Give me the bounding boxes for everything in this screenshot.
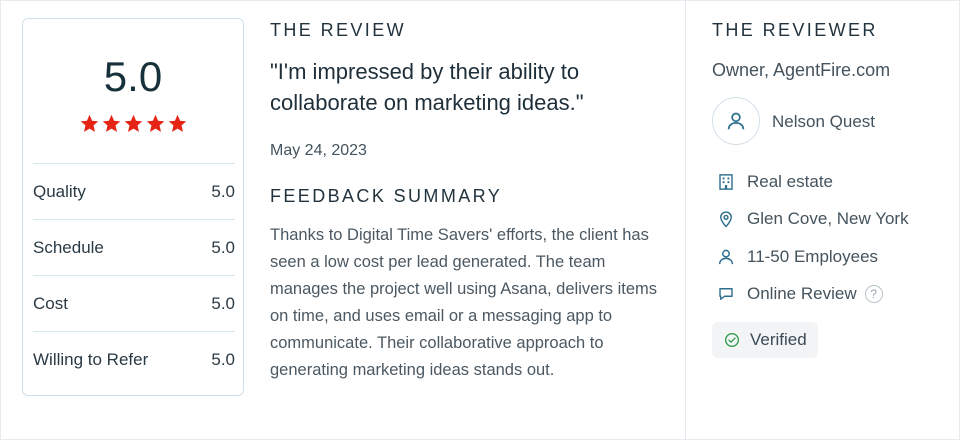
verified-label: Verified — [750, 330, 807, 349]
verified-badge: Verified — [712, 322, 818, 358]
review-section-title: THE REVIEW — [270, 20, 407, 40]
score-row-quality: Quality 5.0 — [33, 163, 235, 219]
location-pin-icon — [716, 209, 736, 229]
building-icon — [716, 172, 736, 192]
review-quote: "I'm impressed by their ability to colla… — [270, 59, 584, 115]
location-label: Glen Cove, New York — [747, 209, 909, 228]
reviewer-role: Owner, AgentFire.com — [712, 60, 891, 80]
feedback-summary-text: Thanks to Digital Time Savers' efforts, … — [270, 226, 658, 379]
star-icon — [146, 114, 164, 132]
review-type-label: Online Review — [747, 284, 857, 303]
score-value: 5.0 — [211, 181, 235, 201]
reviewer-review-type: Online Review ? — [716, 284, 883, 304]
score-row-cost: Cost 5.0 — [33, 275, 235, 331]
review-date: May 24, 2023 — [270, 142, 367, 159]
help-icon[interactable]: ? — [864, 285, 883, 303]
star-icon — [168, 114, 186, 132]
score-label: Willing to Refer — [33, 349, 149, 369]
rating-card: 5.0 Quality 5.0 Schedule 5.0 Cost 5.0 Wi… — [22, 18, 244, 396]
feedback-summary-title: FEEDBACK SUMMARY — [270, 186, 503, 206]
star-icon — [102, 114, 120, 132]
industry-label: Real estate — [747, 172, 833, 191]
score-value: 5.0 — [211, 349, 235, 369]
star-icon — [124, 114, 142, 132]
reviewer-company-size: 11-50 Employees — [716, 247, 878, 267]
reviewer-location: Glen Cove, New York — [716, 209, 909, 229]
employees-label: 11-50 Employees — [747, 247, 879, 266]
score-label: Schedule — [33, 237, 104, 257]
score-row-willing-to-refer: Willing to Refer 5.0 — [33, 331, 235, 387]
overall-rating: 5.0 — [103, 53, 163, 100]
reviewer-section-title: THE REVIEWER — [712, 20, 878, 40]
check-circle-icon — [724, 332, 740, 348]
person-icon — [716, 247, 736, 267]
column-divider — [685, 0, 686, 440]
score-list: Quality 5.0 Schedule 5.0 Cost 5.0 Willin… — [33, 163, 235, 387]
reviewer-industry: Real estate — [716, 172, 833, 192]
score-value: 5.0 — [211, 293, 235, 313]
chat-bubble-icon — [716, 284, 736, 304]
star-rating — [23, 113, 243, 134]
score-label: Quality — [33, 181, 86, 201]
score-row-schedule: Schedule 5.0 — [33, 219, 235, 275]
reviewer-name: Nelson Quest — [772, 112, 875, 131]
score-label: Cost — [33, 293, 68, 313]
star-icon — [80, 114, 98, 132]
score-value: 5.0 — [211, 237, 235, 257]
person-icon — [727, 112, 745, 130]
avatar — [712, 97, 760, 145]
